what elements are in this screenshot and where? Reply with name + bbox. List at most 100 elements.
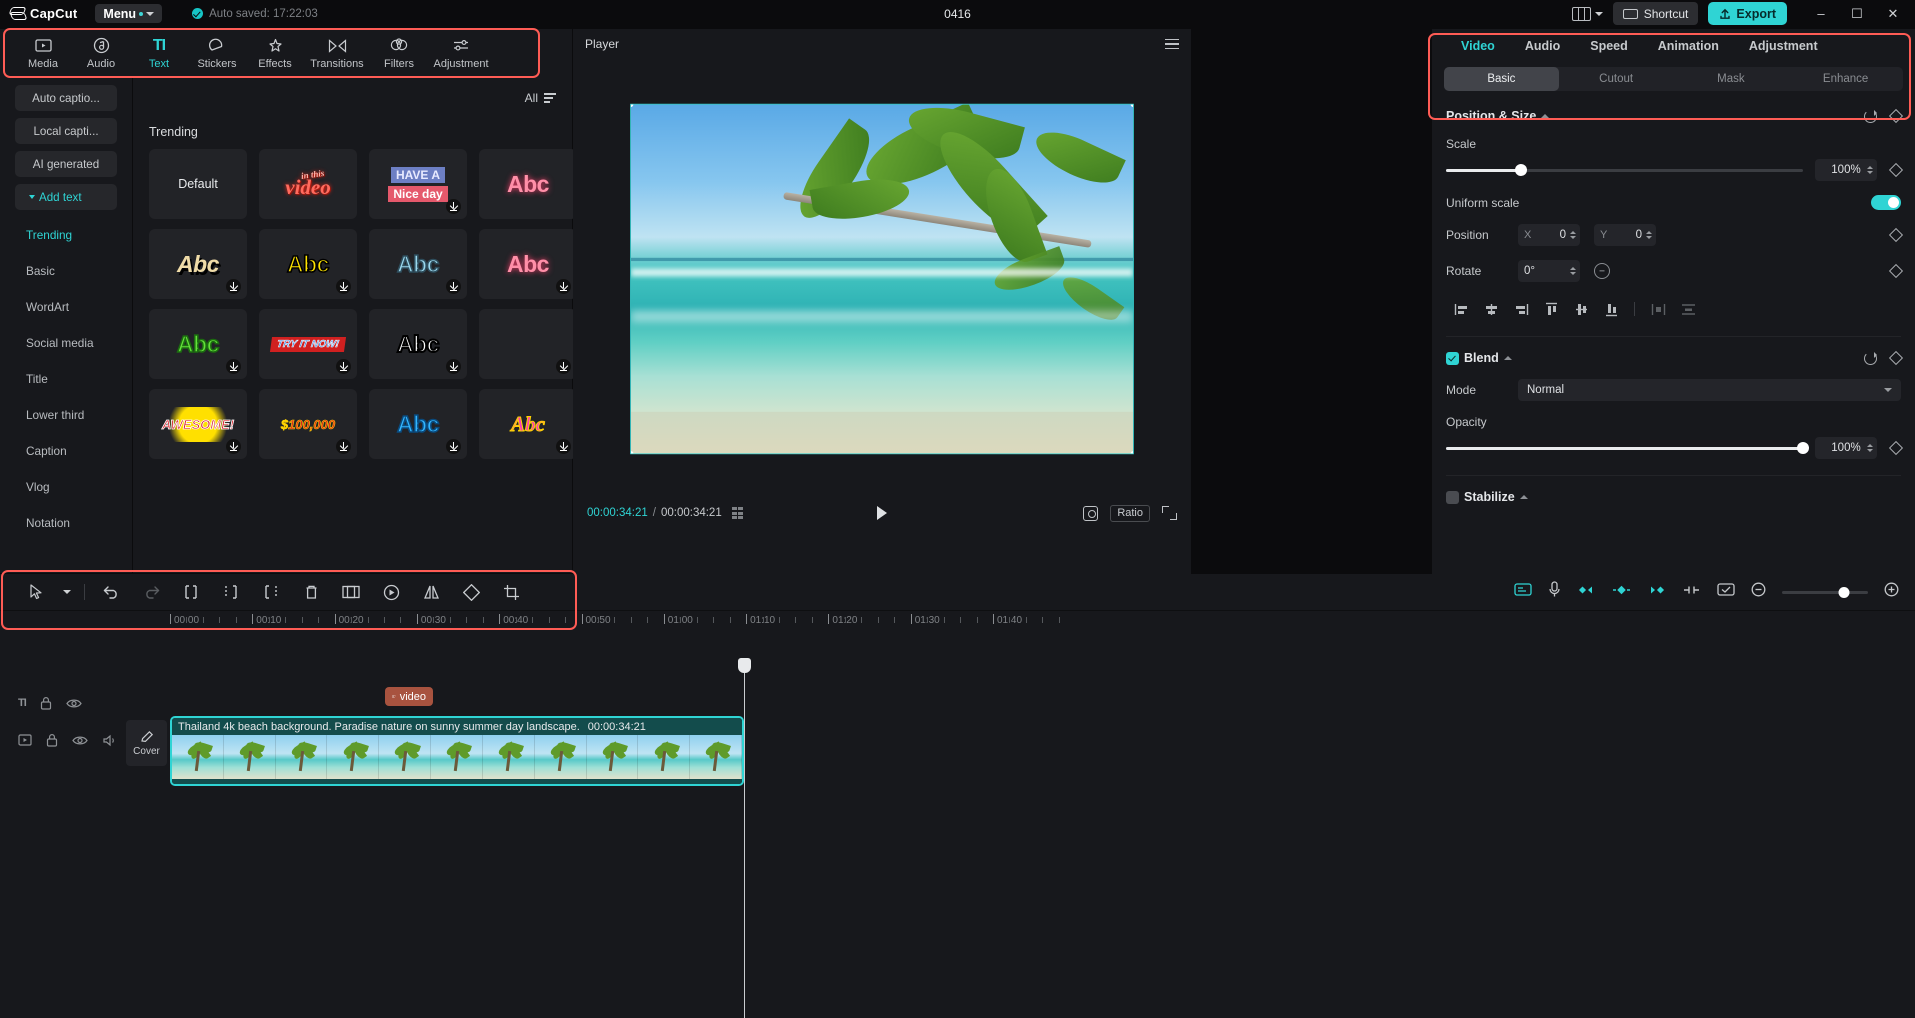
sidebar-item-lower-third[interactable]: Lower third — [0, 397, 132, 433]
stepper-icon[interactable] — [1867, 444, 1873, 452]
template-item[interactable]: Abc — [369, 309, 467, 379]
tool-dropdown-button[interactable] — [56, 577, 78, 607]
lock-icon[interactable] — [40, 696, 52, 710]
sidebar-item-caption[interactable]: Caption — [0, 433, 132, 469]
tab-adjustment[interactable]: Adjustment — [1734, 29, 1833, 63]
cover-button[interactable]: Cover — [126, 720, 167, 766]
layout-switcher[interactable] — [1572, 7, 1603, 21]
download-icon[interactable] — [226, 359, 241, 374]
distribute-vertical-icon[interactable] — [1673, 298, 1703, 320]
tab-text[interactable]: TI Text — [130, 30, 188, 76]
card-icon[interactable] — [1717, 582, 1735, 602]
zoom-slider-knob[interactable] — [1838, 587, 1849, 598]
nav-local-captions[interactable]: Local capti... — [15, 118, 117, 144]
chevron-up-icon[interactable] — [1504, 356, 1512, 360]
chevron-up-icon[interactable] — [1520, 495, 1528, 499]
close-button[interactable]: ✕ — [1875, 0, 1911, 27]
export-button[interactable]: Export — [1708, 2, 1787, 25]
mic-icon[interactable] — [1548, 581, 1561, 603]
keyframe-icon[interactable] — [1889, 264, 1903, 278]
nav-add-text[interactable]: Add text — [15, 184, 117, 210]
template-item[interactable]: Abc — [149, 309, 247, 379]
subtab-mask[interactable]: Mask — [1674, 67, 1789, 91]
playhead[interactable] — [744, 668, 745, 1018]
subtab-cutout[interactable]: Cutout — [1559, 67, 1674, 91]
tab-video[interactable]: Video — [1446, 29, 1510, 63]
subtab-enhance[interactable]: Enhance — [1788, 67, 1903, 91]
zoom-slider[interactable] — [1782, 591, 1868, 594]
keyframe-icon[interactable] — [1889, 228, 1903, 242]
tab-audio[interactable]: Audio — [72, 30, 130, 76]
resize-handle[interactable] — [630, 451, 633, 454]
template-item[interactable]: $100,000 — [259, 389, 357, 459]
position-y-field[interactable]: Y 0 — [1594, 224, 1656, 246]
keyframe-icon[interactable] — [1889, 441, 1903, 455]
template-item[interactable]: Abc — [259, 229, 357, 299]
tab-effects[interactable]: Effects — [246, 30, 304, 76]
sidebar-item-social-media[interactable]: Social media — [0, 325, 132, 361]
filter-all-label[interactable]: All — [525, 91, 538, 105]
text-clip[interactable]: video — [385, 687, 433, 706]
scale-value-field[interactable]: 100% — [1815, 159, 1877, 181]
align-left-icon[interactable] — [1446, 298, 1476, 320]
opacity-value-field[interactable]: 100% — [1815, 437, 1877, 459]
download-icon[interactable] — [446, 199, 461, 214]
zoom-out-icon[interactable] — [1751, 582, 1766, 602]
align-bottom-icon[interactable] — [1596, 298, 1626, 320]
kf-next-icon[interactable] — [1647, 583, 1666, 602]
download-icon[interactable] — [226, 279, 241, 294]
download-icon[interactable] — [446, 439, 461, 454]
download-icon[interactable] — [556, 359, 571, 374]
stepper-icon[interactable] — [1570, 231, 1576, 239]
tab-transitions[interactable]: Transitions — [304, 30, 370, 76]
reset-icon[interactable] — [1864, 110, 1877, 123]
nav-auto-captions[interactable]: Auto captio... — [15, 85, 117, 111]
position-x-field[interactable]: X 0 — [1518, 224, 1580, 246]
subtab-basic[interactable]: Basic — [1444, 67, 1559, 91]
download-icon[interactable] — [446, 279, 461, 294]
kf-prev-icon[interactable] — [1577, 583, 1596, 602]
filter-icon[interactable] — [544, 93, 556, 102]
sidebar-item-vlog[interactable]: Vlog — [0, 469, 132, 505]
keyframe-icon[interactable] — [1889, 351, 1903, 365]
player-menu-icon[interactable] — [1165, 39, 1179, 50]
fullscreen-icon[interactable] — [1162, 506, 1177, 520]
zoom-in-icon[interactable] — [1884, 582, 1899, 602]
sidebar-item-trending[interactable]: Trending — [0, 217, 132, 253]
template-item[interactable] — [479, 309, 577, 379]
trim-right-button[interactable] — [251, 577, 291, 607]
video-clip[interactable]: Thailand 4k beach background. Paradise n… — [170, 716, 744, 786]
tab-filters[interactable]: Filters — [370, 30, 428, 76]
split-button[interactable] — [171, 577, 211, 607]
template-item[interactable]: HAVE A Nice day — [369, 149, 467, 219]
align-center-vertical-icon[interactable] — [1566, 298, 1596, 320]
stabilize-checkbox[interactable] — [1446, 491, 1459, 504]
template-item[interactable]: Abc — [369, 229, 467, 299]
uniform-scale-toggle[interactable] — [1871, 195, 1901, 210]
template-item[interactable]: Default — [149, 149, 247, 219]
tab-media[interactable]: Media — [14, 30, 72, 76]
resize-handle[interactable] — [630, 104, 633, 107]
rotate-button[interactable] — [451, 577, 491, 607]
tab-adjustment[interactable]: Adjustment — [428, 30, 494, 76]
tab-stickers[interactable]: Stickers — [188, 30, 246, 76]
delete-button[interactable] — [291, 577, 331, 607]
blend-checkbox[interactable] — [1446, 352, 1459, 365]
minimize-button[interactable]: – — [1803, 0, 1839, 27]
grid-icon[interactable] — [732, 507, 744, 519]
shortcut-button[interactable]: Shortcut — [1613, 2, 1699, 25]
blend-mode-select[interactable]: Normal — [1518, 379, 1901, 401]
trim-left-button[interactable] — [211, 577, 251, 607]
scale-slider[interactable] — [1446, 169, 1803, 172]
download-icon[interactable] — [336, 279, 351, 294]
template-item[interactable]: Abc — [149, 229, 247, 299]
reverse-button[interactable] — [371, 577, 411, 607]
maximize-button[interactable]: ☐ — [1839, 0, 1875, 27]
crop-button[interactable] — [491, 577, 531, 607]
resize-handle[interactable] — [1131, 451, 1134, 454]
redo-button[interactable] — [131, 577, 171, 607]
align-right-icon[interactable] — [1506, 298, 1536, 320]
lock-icon[interactable] — [46, 733, 58, 747]
reset-icon[interactable] — [1864, 352, 1877, 365]
template-item[interactable]: Abc — [479, 389, 577, 459]
